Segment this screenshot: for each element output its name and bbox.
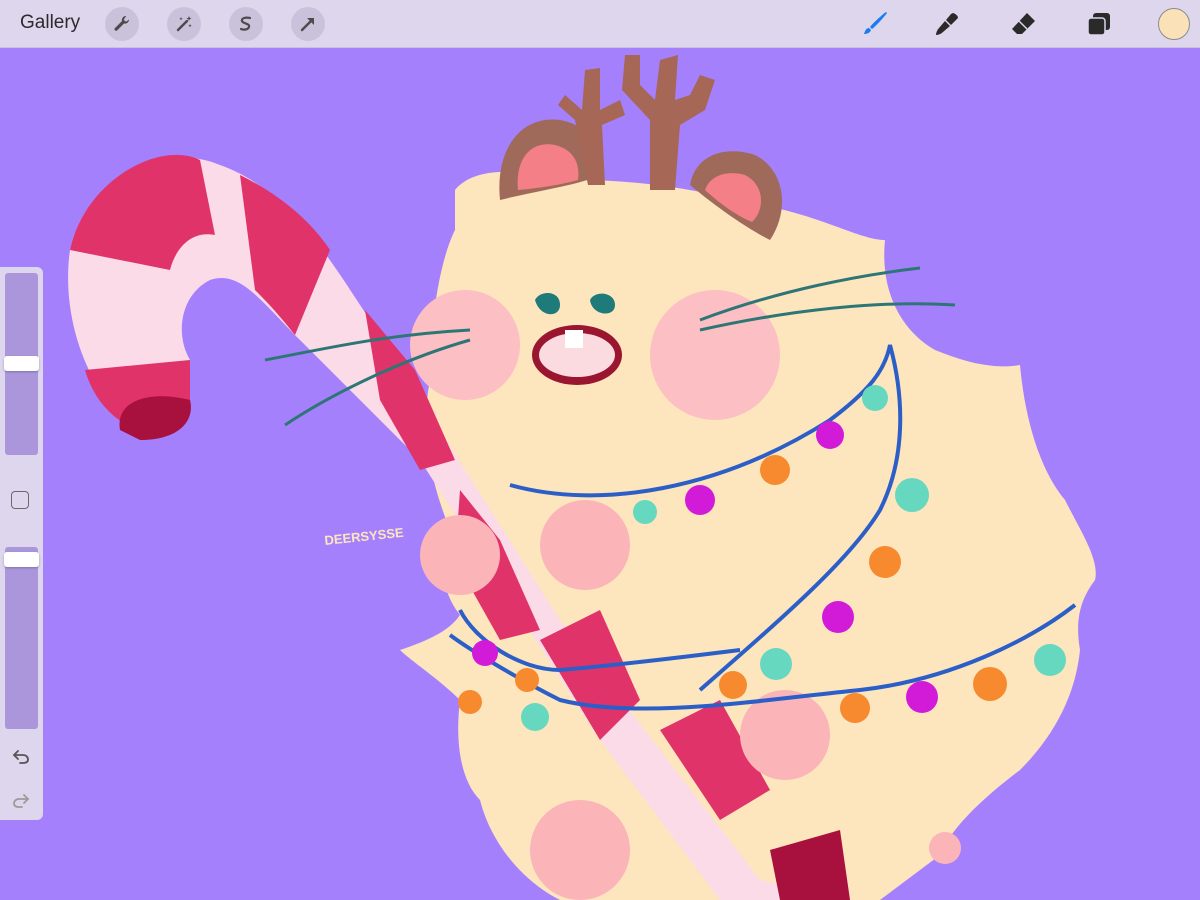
magic-wand-icon[interactable] bbox=[167, 7, 201, 41]
opacity-slider-knob[interactable] bbox=[4, 552, 39, 567]
drawing-canvas[interactable]: DEERSYSSE bbox=[0, 48, 1200, 900]
brush-size-slider-knob[interactable] bbox=[4, 356, 39, 371]
brush-size-slider[interactable] bbox=[4, 273, 39, 455]
undo-icon[interactable] bbox=[8, 743, 34, 769]
wrench-icon[interactable] bbox=[105, 7, 139, 41]
selection-icon[interactable] bbox=[229, 7, 263, 41]
opacity-slider[interactable] bbox=[4, 547, 39, 729]
top-toolbar: Gallery bbox=[0, 0, 1200, 48]
artist-signature: DEERSYSSE bbox=[324, 525, 405, 548]
left-sidebar bbox=[0, 267, 43, 820]
eraser-icon[interactable] bbox=[1006, 7, 1040, 41]
transform-arrow-icon[interactable] bbox=[291, 7, 325, 41]
redo-icon[interactable] bbox=[8, 787, 34, 813]
layers-icon[interactable] bbox=[1082, 7, 1116, 41]
brush-icon[interactable] bbox=[858, 7, 892, 41]
smudge-icon[interactable] bbox=[930, 7, 964, 41]
gallery-button[interactable]: Gallery bbox=[20, 12, 80, 34]
color-picker-swatch[interactable] bbox=[1158, 8, 1190, 40]
modify-square-icon[interactable] bbox=[11, 491, 29, 509]
